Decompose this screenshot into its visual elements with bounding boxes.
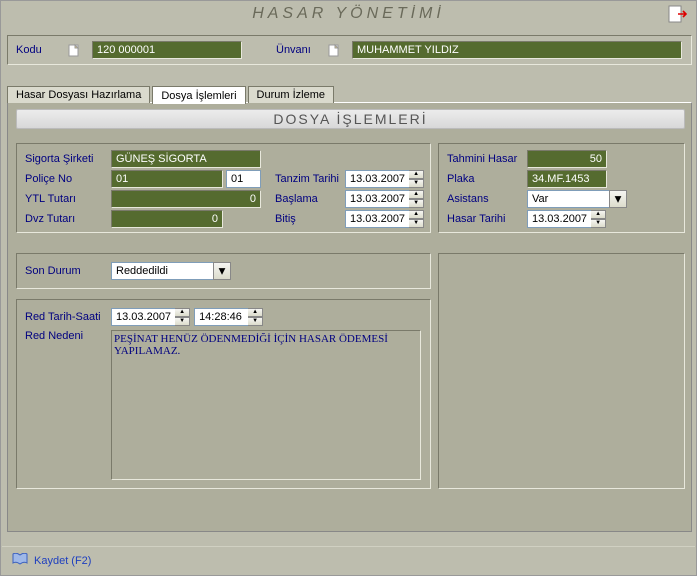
save-button[interactable]: Kaydet (F2) xyxy=(12,553,91,568)
asistans-value[interactable]: Var xyxy=(527,190,609,208)
bitis-spinner[interactable]: 13.03.2007 ▲▼ xyxy=(345,210,424,228)
plaka-field[interactable]: 34.MF.1453 xyxy=(527,170,607,188)
baslama-spinner[interactable]: 13.03.2007 ▲▼ xyxy=(345,190,424,208)
sigorta-sirketi-field[interactable]: GÜNEŞ SİGORTA xyxy=(111,150,261,168)
spin-up-icon[interactable]: ▲ xyxy=(409,170,424,179)
spin-down-icon[interactable]: ▼ xyxy=(175,317,190,326)
hasar-tarihi-value[interactable]: 13.03.2007 xyxy=(527,210,591,228)
son-durum-label: Son Durum xyxy=(25,265,111,277)
group-extra xyxy=(438,253,685,489)
spin-down-icon[interactable]: ▼ xyxy=(591,219,606,228)
bitis-label: Bitiş xyxy=(275,213,345,225)
spin-up-icon[interactable]: ▲ xyxy=(409,190,424,199)
group-sigorta: Sigorta Şirketi GÜNEŞ SİGORTA Poliçe No … xyxy=(16,143,431,233)
kodu-field[interactable]: 120 000001 xyxy=(92,41,242,59)
spin-down-icon[interactable]: ▼ xyxy=(248,317,263,326)
hasar-tarihi-label: Hasar Tarihi xyxy=(447,213,527,225)
lookup-unvani-icon[interactable] xyxy=(326,42,342,58)
chevron-down-icon[interactable]: ▾ xyxy=(213,262,231,280)
header-panel: Kodu 120 000001 Ünvanı MUHAMMET YILDIZ xyxy=(7,35,692,65)
chevron-down-icon[interactable]: ▾ xyxy=(609,190,627,208)
red-tarih-saati-label: Red Tarih-Saati xyxy=(25,311,111,323)
lookup-kodu-icon[interactable] xyxy=(66,42,82,58)
police-no-b-field[interactable]: 01 xyxy=(226,170,261,188)
ytl-tutari-label: YTL Tutarı xyxy=(25,193,111,205)
spin-down-icon[interactable]: ▼ xyxy=(409,219,424,228)
red-tarih-value[interactable]: 13.03.2007 xyxy=(111,308,175,326)
unvani-label: Ünvanı xyxy=(276,44,326,56)
tanzim-tarihi-value[interactable]: 13.03.2007 xyxy=(345,170,409,188)
spin-up-icon[interactable]: ▲ xyxy=(175,308,190,317)
tahmini-hasar-label: Tahmini Hasar xyxy=(447,153,527,165)
spin-down-icon[interactable]: ▼ xyxy=(409,179,424,188)
footer-bar: Kaydet (F2) xyxy=(2,546,695,574)
tab-hasar-dosyasi-hazirlama[interactable]: Hasar Dosyası Hazırlama xyxy=(7,86,150,103)
group-hasar: Tahmini Hasar 50 Plaka 34.MF.1453 Asista… xyxy=(438,143,685,233)
baslama-label: Başlama xyxy=(275,193,345,205)
baslama-value[interactable]: 13.03.2007 xyxy=(345,190,409,208)
red-tarih-spinner[interactable]: 13.03.2007 ▲▼ xyxy=(111,308,190,326)
kodu-label: Kodu xyxy=(16,44,66,56)
window-title: HASAR YÖNETİMİ xyxy=(252,5,445,23)
son-durum-value[interactable]: Reddedildi xyxy=(111,262,213,280)
tahmini-hasar-field[interactable]: 50 xyxy=(527,150,607,168)
spin-up-icon[interactable]: ▲ xyxy=(248,308,263,317)
tab-dosya-islemleri[interactable]: Dosya İşlemleri xyxy=(152,86,245,104)
dvz-tutari-label: Dvz Tutarı xyxy=(25,213,111,225)
asistans-label: Asistans xyxy=(447,193,527,205)
red-saat-value[interactable]: 14:28:46 xyxy=(194,308,248,326)
spin-up-icon[interactable]: ▲ xyxy=(409,210,424,219)
bitis-value[interactable]: 13.03.2007 xyxy=(345,210,409,228)
group-son-durum: Son Durum Reddedildi ▾ xyxy=(16,253,431,289)
tab-body: DOSYA İŞLEMLERİ Sigorta Şirketi GÜNEŞ Sİ… xyxy=(7,102,692,532)
red-nedeni-memo[interactable] xyxy=(111,330,421,480)
exit-icon[interactable] xyxy=(668,5,688,26)
ytl-tutari-field[interactable]: 0 xyxy=(111,190,261,208)
son-durum-combo[interactable]: Reddedildi ▾ xyxy=(111,262,231,280)
red-nedeni-label: Red Nedeni xyxy=(25,330,111,342)
red-saat-spinner[interactable]: 14:28:46 ▲▼ xyxy=(194,308,263,326)
group-red: Red Tarih-Saati 13.03.2007 ▲▼ 14:28:46 ▲… xyxy=(16,299,431,489)
police-no-a-field[interactable]: 01 xyxy=(111,170,223,188)
hasar-tarihi-spinner[interactable]: 13.03.2007 ▲▼ xyxy=(527,210,606,228)
police-no-label: Poliçe No xyxy=(25,173,111,185)
tanzim-tarihi-spinner[interactable]: 13.03.2007 ▲▼ xyxy=(345,170,424,188)
tanzim-tarihi-label: Tanzim Tarihi xyxy=(275,173,345,185)
sigorta-sirketi-label: Sigorta Şirketi xyxy=(25,153,111,165)
section-title: DOSYA İŞLEMLERİ xyxy=(16,109,685,129)
plaka-label: Plaka xyxy=(447,173,527,185)
dvz-tutari-field[interactable]: 0 xyxy=(111,210,223,228)
spin-down-icon[interactable]: ▼ xyxy=(409,199,424,208)
book-icon xyxy=(12,553,28,568)
tab-durum-izleme[interactable]: Durum İzleme xyxy=(248,86,334,103)
window-title-bar: HASAR YÖNETİMİ xyxy=(1,1,696,27)
unvani-field[interactable]: MUHAMMET YILDIZ xyxy=(352,41,682,59)
spin-up-icon[interactable]: ▲ xyxy=(591,210,606,219)
app-window: HASAR YÖNETİMİ Kodu 120 000001 Ünvanı MU… xyxy=(0,0,697,576)
tab-strip: Hasar Dosyası Hazırlama Dosya İşlemleri … xyxy=(7,85,692,103)
asistans-combo[interactable]: Var ▾ xyxy=(527,190,627,208)
save-button-label: Kaydet (F2) xyxy=(34,555,91,567)
